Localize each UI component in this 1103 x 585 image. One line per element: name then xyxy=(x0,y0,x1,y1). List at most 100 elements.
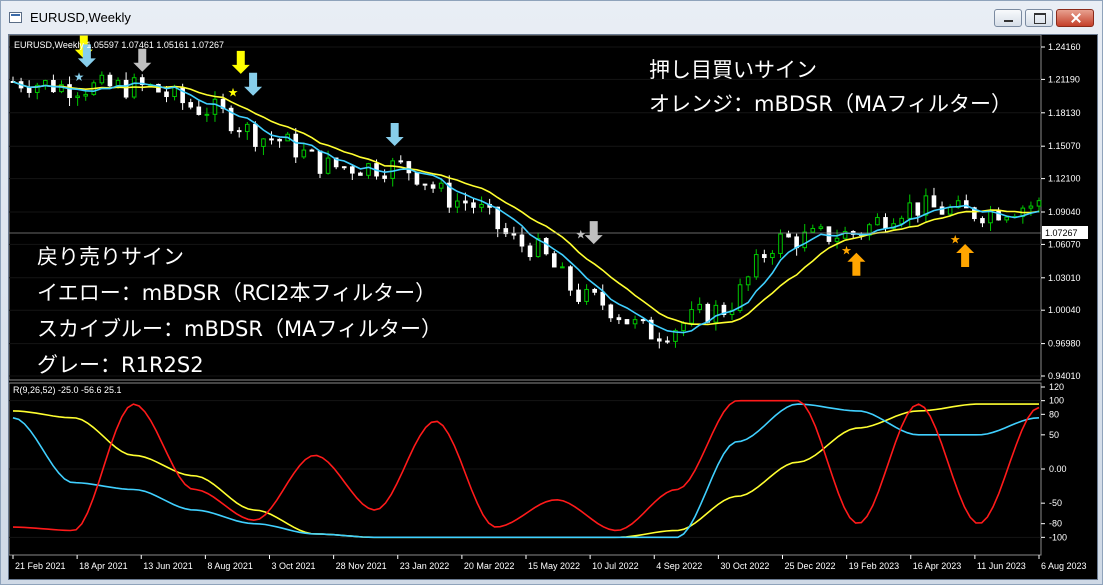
candle-body xyxy=(907,202,913,219)
candle-body xyxy=(632,319,638,325)
candle-body xyxy=(931,195,937,208)
date-axis-label: 21 Feb 2021 xyxy=(15,561,66,571)
current-price-label: 1.07267 xyxy=(1045,228,1078,238)
price-axis-label: 1.21190 xyxy=(1048,74,1080,84)
indicator-header: R(9,26,52) -25.0 -56.6 25.1 xyxy=(13,385,122,395)
indicator-axis-label: 120 xyxy=(1049,382,1064,392)
buy-star-marker: ★ xyxy=(841,244,852,258)
chart-area[interactable]: ★ ★ ★ ★ ★ EURUSD,Weekly 1.05597 1.07461 1.05… xyxy=(8,34,1098,580)
candle-body xyxy=(390,160,396,179)
candle-body xyxy=(269,138,274,141)
price-axis-label: 0.96980 xyxy=(1048,339,1081,349)
buy-sign-orange-desc: オレンジ：mBDSR（MAフィルター） xyxy=(649,92,1012,116)
title-bar[interactable]: EURUSD,Weekly xyxy=(1,1,1102,33)
price-axis-label: 1.15070 xyxy=(1048,141,1081,151)
sell-star-marker: ★ xyxy=(74,70,85,84)
indicator-axis-label: -50 xyxy=(1049,498,1062,508)
candle-body xyxy=(1028,205,1034,209)
date-axis[interactable]: 21 Feb 2021 18 Apr 2021 13 Jun 2021 8 Aug 2… xyxy=(12,555,1087,571)
date-axis-label: 4 Sep 2022 xyxy=(656,561,702,571)
candle-body xyxy=(697,303,702,311)
candle-body xyxy=(123,79,129,98)
candle-body xyxy=(511,233,517,236)
candle-body xyxy=(382,175,387,179)
price-axis-label: 1.24160 xyxy=(1048,42,1081,52)
date-axis-label: 25 Dec 2022 xyxy=(785,561,836,571)
candle-body xyxy=(43,79,48,86)
candle-body xyxy=(616,317,622,321)
candle-body xyxy=(923,195,929,216)
candle-body xyxy=(915,202,921,216)
candle-body xyxy=(244,123,250,133)
date-axis-label: 16 Apr 2023 xyxy=(913,561,962,571)
sell-sign-yellow-desc: イエロー：mBDSR（RCI2本フィルター） xyxy=(37,281,436,305)
candle-body xyxy=(584,288,589,302)
maximize-button[interactable] xyxy=(1025,9,1053,27)
candle-body xyxy=(681,322,686,332)
chart-canvas[interactable]: ★ ★ ★ ★ ★ EURUSD,Weekly 1.05597 1.07461 1.05… xyxy=(9,35,1097,579)
indicator-axis: 120 100 80 50 0.00 -50 -80 -100 xyxy=(1041,382,1067,542)
sell-star-marker: ★ xyxy=(575,227,586,241)
candle-body xyxy=(947,206,953,215)
candle-body xyxy=(834,237,840,242)
candle-body xyxy=(705,303,711,323)
symbol-ohlc-header: EURUSD,Weekly 1.05597 1.07461 1.05161 1.… xyxy=(14,40,224,50)
candle-body xyxy=(406,161,412,174)
candle-body xyxy=(786,233,791,238)
minimize-button[interactable] xyxy=(994,9,1022,27)
rci-indicator-pane[interactable]: R(9,26,52) -25.0 -56.6 25.1 xyxy=(9,382,1042,556)
price-axis-label: 1.03010 xyxy=(1048,273,1081,283)
date-axis-label: 15 May 2022 xyxy=(528,561,580,571)
candle-body xyxy=(689,309,694,324)
candle-body xyxy=(802,231,808,249)
date-axis-label: 20 Mar 2022 xyxy=(464,561,515,571)
candle-body xyxy=(592,288,597,293)
date-axis-label: 13 Jun 2021 xyxy=(143,561,193,571)
sell-sign-gray-desc: グレー：R1R2S2 xyxy=(37,353,204,377)
candle-body xyxy=(358,172,363,176)
candle-body xyxy=(826,226,832,242)
candle-body xyxy=(543,237,549,255)
candle-body xyxy=(341,166,347,169)
candle-body xyxy=(277,138,282,142)
chart-window-icon xyxy=(9,12,22,23)
candle-body xyxy=(212,98,218,115)
buy-sign-title: 押し目買いサイン xyxy=(649,58,817,82)
candle-body xyxy=(164,91,169,98)
candle-body xyxy=(261,138,266,147)
candle-body xyxy=(778,233,783,254)
candle-body xyxy=(576,289,581,302)
candle-body xyxy=(317,150,323,174)
candle-body xyxy=(75,95,80,99)
indicator-axis-label: 50 xyxy=(1049,430,1059,440)
candle-body xyxy=(527,245,533,258)
candle-body xyxy=(293,133,299,158)
current-price-tag: 1.07267 xyxy=(1042,226,1088,239)
indicator-axis-label: -80 xyxy=(1049,519,1062,529)
candle-body xyxy=(67,84,72,99)
candle-body xyxy=(665,340,670,343)
candle-body xyxy=(745,276,751,286)
price-axis-label: 1.06070 xyxy=(1048,239,1081,249)
date-axis-label: 10 Jul 2022 xyxy=(592,561,639,571)
price-axis[interactable]: 1.24160 1.21190 1.18130 1.15070 1.12100 1.090… xyxy=(1041,42,1081,381)
candle-body xyxy=(253,123,258,147)
candle-body xyxy=(438,182,444,189)
price-pane[interactable]: ★ ★ ★ ★ ★ EURUSD,Weekly 1.05597 1.07461 1.05… xyxy=(9,35,1042,381)
candle-body xyxy=(640,319,646,322)
indicator-axis-label: -100 xyxy=(1049,532,1067,542)
date-axis-label: 18 Apr 2021 xyxy=(79,561,128,571)
date-axis-label: 28 Nov 2021 xyxy=(336,561,387,571)
candle-body xyxy=(463,200,468,204)
candle-body xyxy=(810,227,816,233)
candle-body xyxy=(519,234,525,247)
candle-body xyxy=(551,253,557,268)
candle-body xyxy=(600,291,606,306)
candle-body xyxy=(422,183,428,186)
close-button[interactable] xyxy=(1056,9,1094,27)
candle-body xyxy=(1004,216,1009,221)
candle-body xyxy=(26,87,32,93)
candle-body xyxy=(713,304,719,323)
candle-body xyxy=(350,166,355,174)
candle-body xyxy=(656,338,662,342)
